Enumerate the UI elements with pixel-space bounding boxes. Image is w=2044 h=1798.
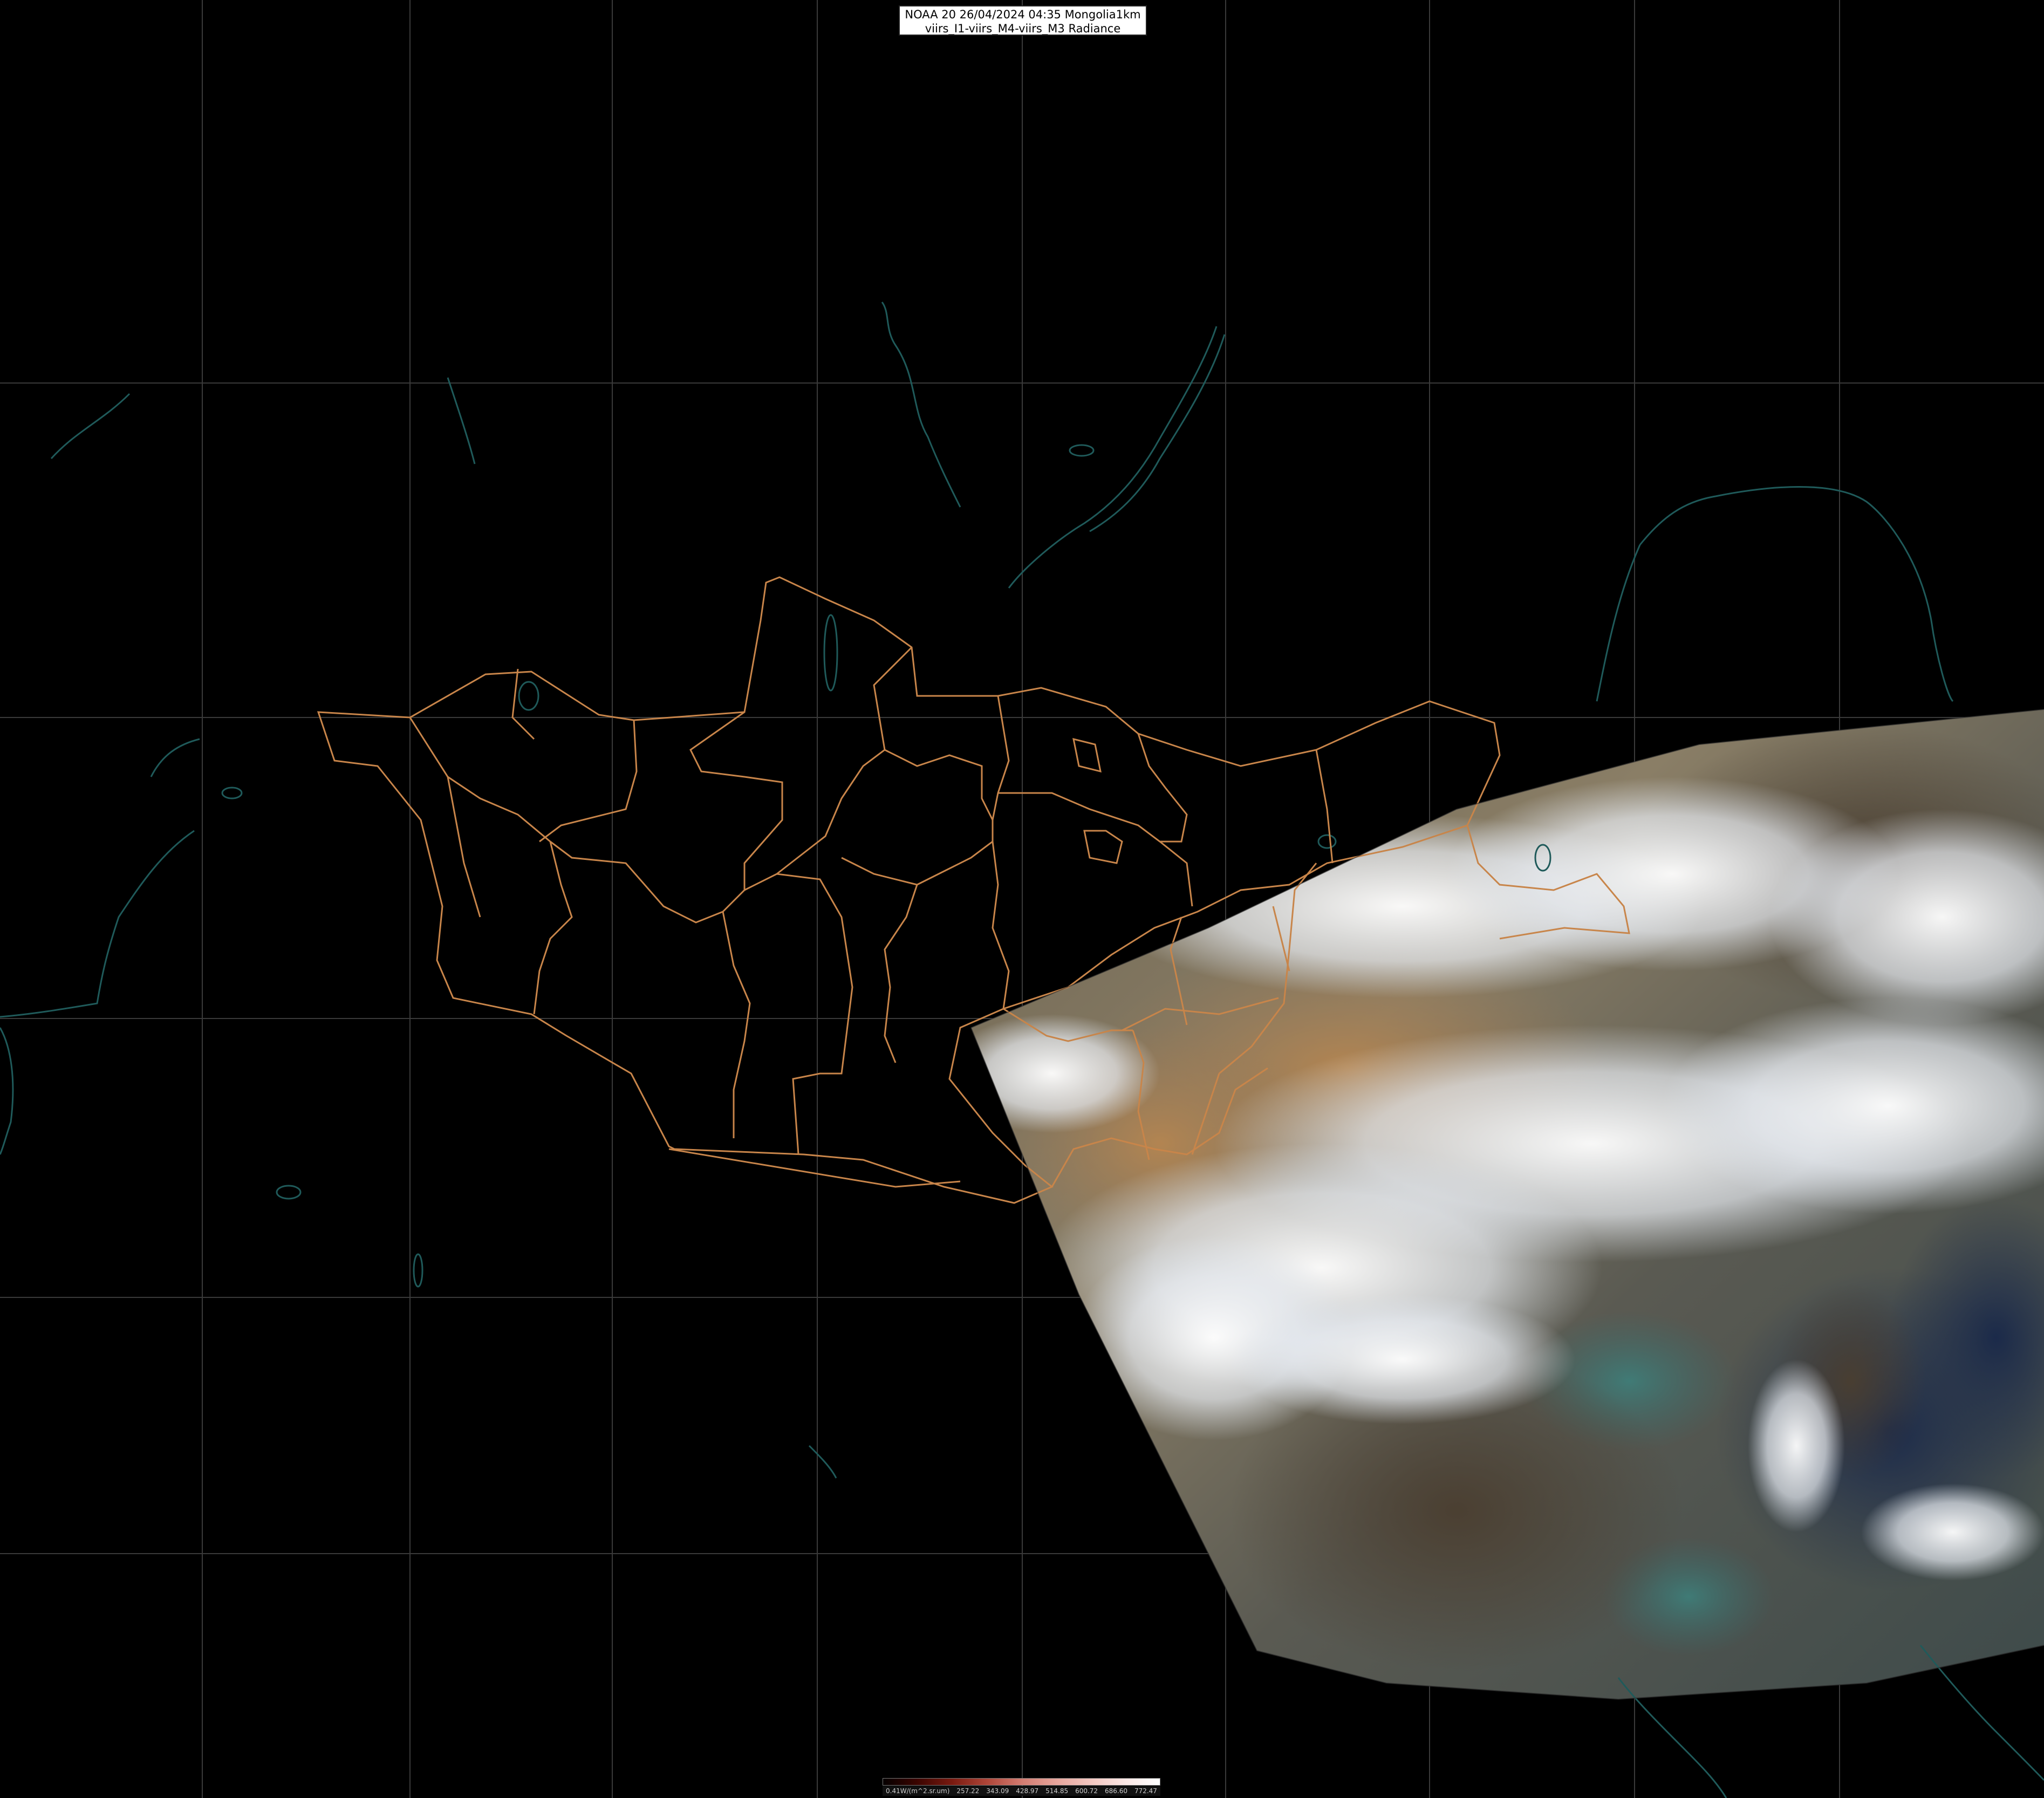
- colorbar-label: 257.22: [956, 1787, 980, 1795]
- colorbar-label: 343.09: [986, 1787, 1009, 1795]
- colorbar-label: 772.47: [1134, 1787, 1157, 1795]
- satellite-map: [0, 0, 2044, 1798]
- colorbar-labels: 0.41W/(m^2.sr.um) 257.22 343.09 428.97 5…: [883, 1786, 1160, 1796]
- colorbar-label: 514.85: [1045, 1787, 1069, 1795]
- colorbar: 0.41W/(m^2.sr.um) 257.22 343.09 428.97 5…: [883, 1778, 1160, 1796]
- colorbar-label: 600.72: [1075, 1787, 1098, 1795]
- title-line-1: NOAA 20 26/04/2024 04:35 Mongolia1km: [905, 8, 1141, 21]
- colorbar-label: 0.41W/(m^2.sr.um): [886, 1787, 950, 1795]
- colorbar-label: 428.97: [1016, 1787, 1039, 1795]
- satellite-swath: [971, 709, 2044, 1699]
- image-title: NOAA 20 26/04/2024 04:35 Mongolia1km vii…: [899, 5, 1147, 36]
- colorbar-label: 686.60: [1105, 1787, 1128, 1795]
- title-line-2: viirs_I1-viirs_M4-viirs_M3 Radiance: [925, 22, 1121, 35]
- colorbar-gradient: [883, 1778, 1160, 1786]
